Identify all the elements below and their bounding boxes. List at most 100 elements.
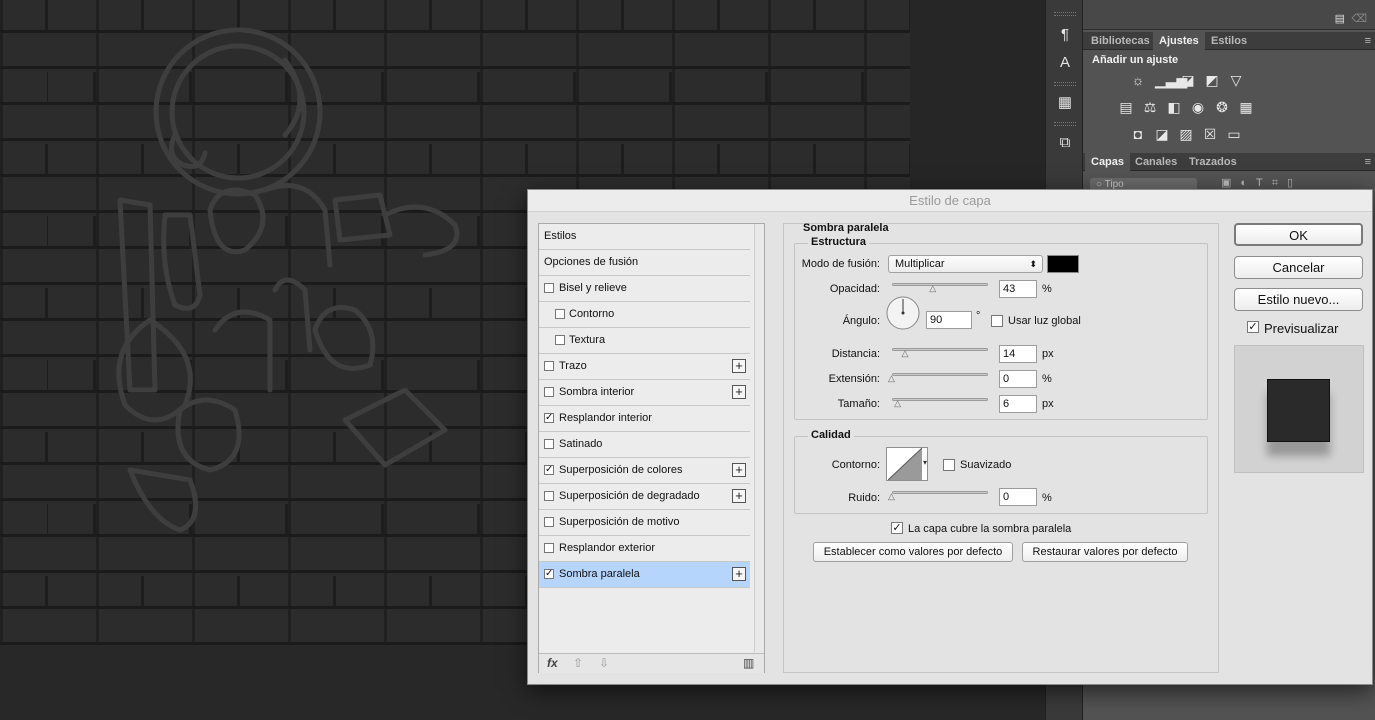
new-style-button[interactable]: Estilo nuevo... (1234, 288, 1363, 311)
angle-unit: ° (976, 310, 981, 322)
style-item-checkbox[interactable] (544, 491, 554, 501)
shadow-color-swatch[interactable] (1047, 255, 1079, 273)
style-item[interactable]: Resplandor exterior (539, 536, 750, 562)
panel-menu-icon[interactable]: ≡ (1365, 156, 1371, 168)
list-scrollbar[interactable] (754, 224, 764, 652)
grip-handle[interactable] (1054, 82, 1076, 86)
add-effect-button[interactable]: + (732, 359, 746, 373)
brightness-icon[interactable]: ☼ (1129, 72, 1147, 88)
tab-trazados[interactable]: Trazados (1183, 153, 1243, 171)
layer-comps-icon[interactable]: ⧉ (1054, 132, 1076, 154)
style-item-checkbox[interactable]: ✓ (544, 465, 554, 475)
size-slider[interactable] (892, 398, 988, 401)
preview-checkbox[interactable]: ✓ (1247, 321, 1259, 333)
global-light-checkbox[interactable] (991, 315, 1003, 327)
noise-input[interactable]: 0 (999, 488, 1037, 506)
selective-color-icon[interactable]: ☒ (1201, 126, 1219, 142)
color-lookup-icon[interactable]: ▦ (1237, 99, 1255, 115)
vibrance-icon[interactable]: ▽ (1227, 72, 1245, 88)
contour-picker[interactable]: ▾ (886, 447, 928, 481)
style-item[interactable]: Trazo + (539, 354, 750, 380)
trash-icon[interactable]: ⌫ (1351, 12, 1367, 25)
style-item[interactable]: ✓ Sombra paralela + (539, 562, 750, 588)
style-item-checkbox[interactable] (544, 517, 554, 527)
angle-dial[interactable] (885, 295, 921, 331)
grip-handle[interactable] (1054, 122, 1076, 126)
style-item-checkbox[interactable] (544, 543, 554, 553)
blend-mode-select[interactable]: Multiplicar ⬍ (888, 255, 1043, 273)
spread-slider-thumb[interactable]: △ (888, 374, 897, 383)
tab-capas[interactable]: Capas (1085, 153, 1131, 171)
knockout-checkbox[interactable]: ✓ (891, 522, 903, 534)
style-item[interactable]: Estilos (539, 224, 750, 250)
gradient-map-icon[interactable]: ▭ (1225, 126, 1243, 142)
opacity-slider[interactable] (892, 283, 988, 286)
new-icon[interactable]: ▤ (1335, 12, 1345, 25)
style-item[interactable]: Textura (539, 328, 750, 354)
panel-menu-icon[interactable]: ≡ (1365, 35, 1371, 47)
noise-slider-thumb[interactable]: △ (888, 492, 897, 501)
style-item-checkbox[interactable]: ✓ (544, 569, 554, 579)
cancel-button[interactable]: Cancelar (1234, 256, 1363, 279)
style-item[interactable]: Bisel y relieve (539, 276, 750, 302)
curves-icon[interactable]: ◪ (1179, 72, 1197, 88)
tab-bibliotecas[interactable]: Bibliotecas (1085, 32, 1156, 50)
levels-icon[interactable]: ▁▃▅ (1155, 72, 1187, 88)
style-item[interactable]: Superposición de motivo (539, 510, 750, 536)
style-item[interactable]: Superposición de degradado + (539, 484, 750, 510)
angle-input[interactable]: 90 (926, 311, 972, 329)
move-up-icon[interactable]: ⇧ (573, 656, 583, 670)
character-icon[interactable]: A (1054, 52, 1076, 74)
layer-filter-icons[interactable]: ▣◐T⌗▯ (1221, 176, 1302, 190)
tab-estilos[interactable]: Estilos (1205, 32, 1253, 50)
opacity-input[interactable]: 43 (999, 280, 1037, 298)
add-effect-button[interactable]: + (732, 463, 746, 477)
grip-handle[interactable] (1054, 12, 1076, 16)
style-item[interactable]: Opciones de fusión (539, 250, 750, 276)
exposure-icon[interactable]: ◩ (1203, 72, 1221, 88)
grid-icon[interactable]: ▦ (1054, 92, 1076, 114)
style-item-checkbox[interactable] (544, 361, 554, 371)
style-item[interactable]: ✓ Superposición de colores + (539, 458, 750, 484)
opacity-slider-thumb[interactable]: △ (929, 284, 938, 293)
posterize-icon[interactable]: ◪ (1153, 126, 1171, 142)
tab-canales[interactable]: Canales (1129, 153, 1183, 171)
threshold-icon[interactable]: ▨ (1177, 126, 1195, 142)
style-item-checkbox[interactable] (555, 335, 565, 345)
distance-slider-thumb[interactable]: △ (901, 349, 910, 358)
fx-icon[interactable]: fx (547, 656, 558, 670)
delete-effect-icon[interactable]: ▥ (743, 656, 754, 670)
style-item-checkbox[interactable] (544, 439, 554, 449)
invert-icon[interactable]: ◘ (1129, 126, 1147, 142)
size-input[interactable]: 6 (999, 395, 1037, 413)
style-item-checkbox[interactable] (544, 283, 554, 293)
move-down-icon[interactable]: ⇩ (599, 656, 609, 670)
style-item[interactable]: Satinado (539, 432, 750, 458)
tab-ajustes[interactable]: Ajustes (1153, 32, 1205, 50)
style-item[interactable]: Sombra interior + (539, 380, 750, 406)
dialog-title[interactable]: Estilo de capa (528, 190, 1372, 212)
photo-filter-icon[interactable]: ◉ (1189, 99, 1207, 115)
hue-saturation-icon[interactable]: ▤ (1117, 99, 1135, 115)
paragraph-icon[interactable]: ¶ (1054, 24, 1076, 46)
style-item[interactable]: ✓ Resplandor interior (539, 406, 750, 432)
size-slider-thumb[interactable]: △ (894, 399, 903, 408)
add-effect-button[interactable]: + (732, 567, 746, 581)
black-white-icon[interactable]: ◧ (1165, 99, 1183, 115)
set-default-button[interactable]: Establecer como valores por defecto (813, 542, 1013, 562)
spread-input[interactable]: 0 (999, 370, 1037, 388)
distance-input[interactable]: 14 (999, 345, 1037, 363)
style-item-checkbox[interactable]: ✓ (544, 413, 554, 423)
reset-default-button[interactable]: Restaurar valores por defecto (1022, 542, 1188, 562)
add-effect-button[interactable]: + (732, 385, 746, 399)
add-effect-button[interactable]: + (732, 489, 746, 503)
style-item-checkbox[interactable] (555, 309, 565, 319)
spread-slider[interactable] (892, 373, 988, 376)
style-item-checkbox[interactable] (544, 387, 554, 397)
noise-slider[interactable] (892, 491, 988, 494)
channel-mixer-icon[interactable]: ❂ (1213, 99, 1231, 115)
style-item[interactable]: Contorno (539, 302, 750, 328)
antialias-checkbox[interactable] (943, 459, 955, 471)
ok-button[interactable]: OK (1234, 223, 1363, 246)
color-balance-icon[interactable]: ⚖ (1141, 99, 1159, 115)
